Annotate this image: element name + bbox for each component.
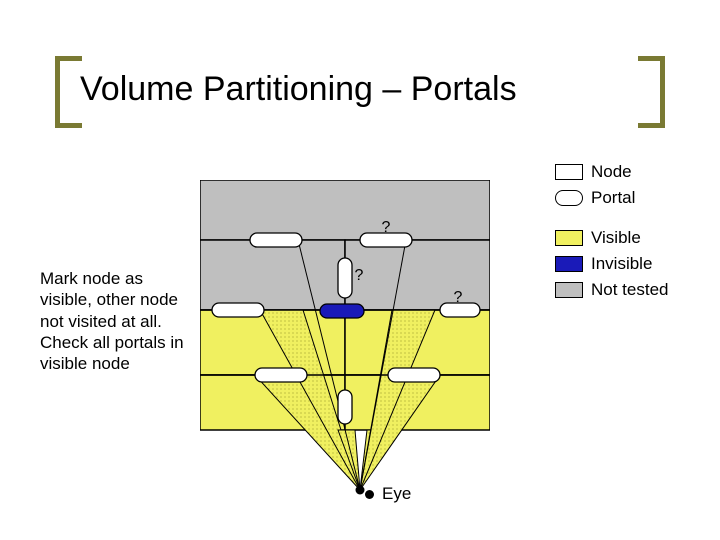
question-mark-mid: ? [355,267,364,284]
eye-label: Eye [365,484,411,504]
legend-invisible-label: Invisible [591,254,652,274]
portal-lower-right-bottom [388,368,440,382]
legend-node-label: Node [591,162,632,182]
node-top [200,180,490,240]
legend: Node Portal Visible Invisible Not tested [555,162,669,306]
legend-node: Node [555,162,669,182]
portal-mid-vertical [338,258,352,298]
node-swatch-icon [555,164,583,180]
title-bracket-left [55,56,82,128]
slide-title: Volume Partitioning – Portals [80,70,517,109]
legend-visible: Visible [555,228,669,248]
side-caption: Mark node as visible, other node not vis… [40,268,185,374]
question-mark-top: ? [382,219,391,236]
legend-nottested-label: Not tested [591,280,669,300]
legend-portal-label: Portal [591,188,635,208]
invisible-swatch-icon [555,256,583,272]
eye-dot-icon [365,490,374,499]
portal-lower-left-bottom [255,368,307,382]
legend-invisible: Invisible [555,254,669,274]
eye-point [356,486,365,495]
legend-portal: Portal [555,188,669,208]
portal-invisible [320,304,364,318]
legend-not-tested: Not tested [555,280,669,300]
portal-diagram: ? ? ? [200,180,490,430]
question-mark-right: ? [454,289,463,306]
legend-visible-label: Visible [591,228,641,248]
eye-label-text: Eye [382,484,411,504]
portal-swatch-icon [555,190,583,206]
portal-mid-left-lower [212,303,264,317]
portal-bottom-vertical [338,390,352,424]
node-mid-left [200,240,345,310]
visible-swatch-icon [555,230,583,246]
nottested-swatch-icon [555,282,583,298]
title-bracket-right [638,56,665,128]
portal-top-left [250,233,302,247]
node-mid-right [345,240,490,310]
